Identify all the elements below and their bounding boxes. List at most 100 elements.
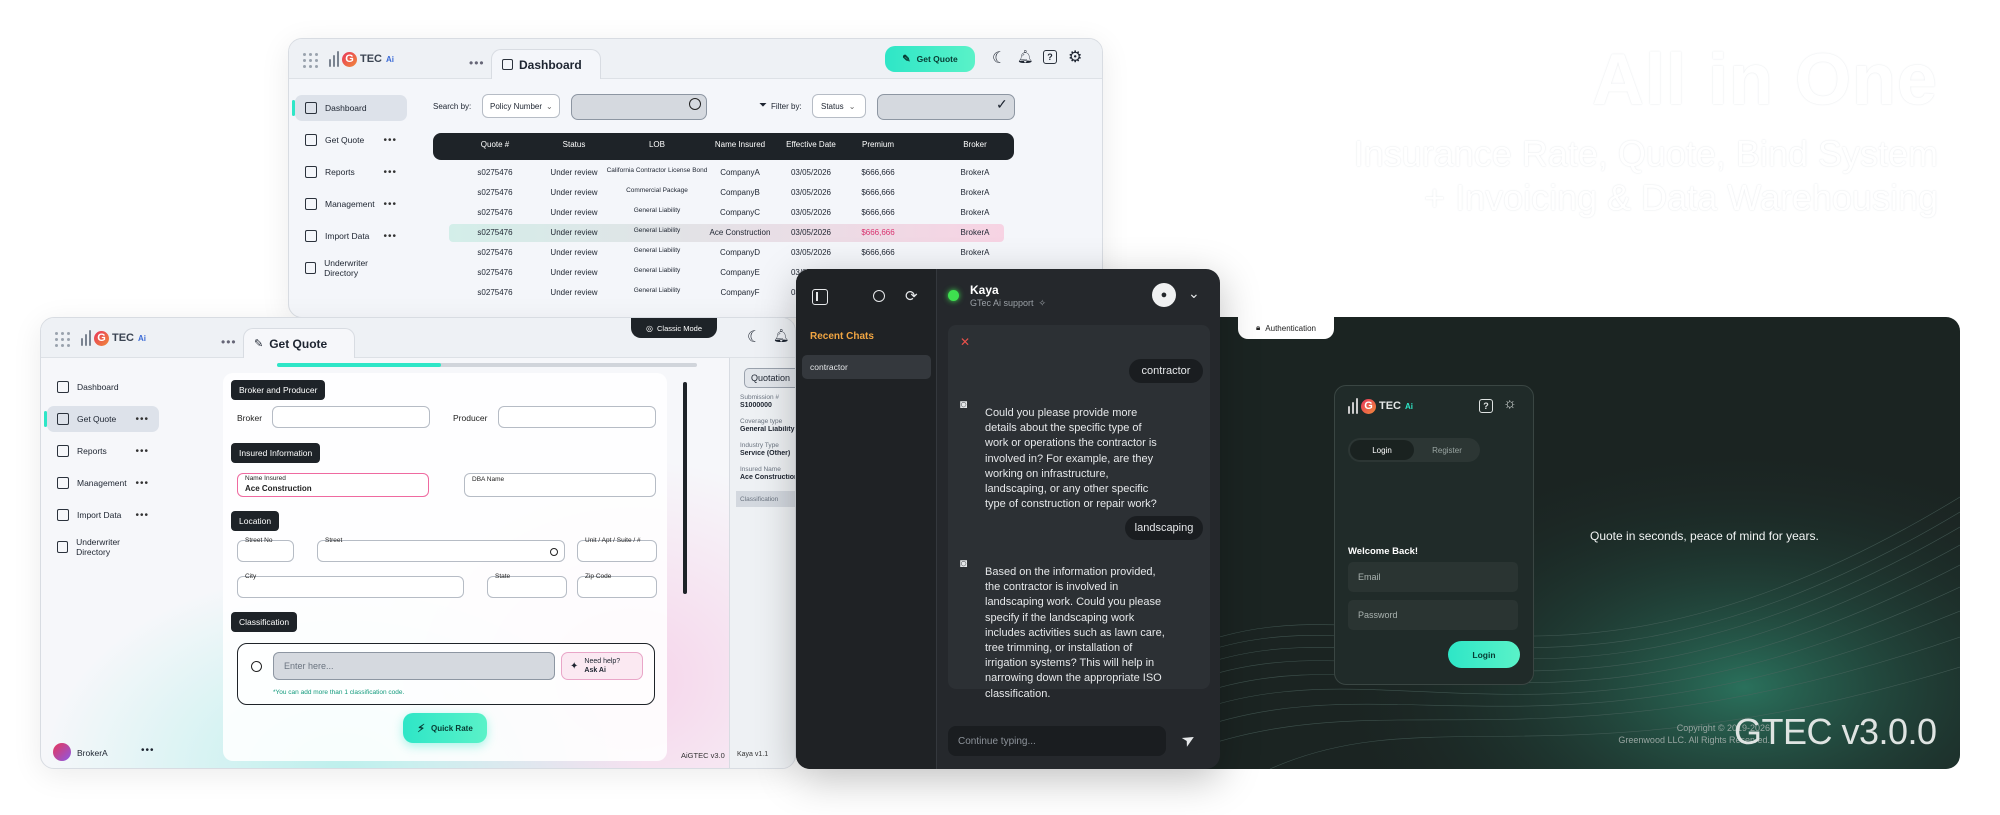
recent-chat-item[interactable]: contractor xyxy=(802,355,931,379)
producer-field[interactable] xyxy=(498,406,656,428)
close-icon[interactable]: ✕ xyxy=(960,335,970,349)
toggle-icon: ◎ xyxy=(646,323,653,333)
search-input[interactable] xyxy=(571,94,707,120)
help-icon[interactable]: ? xyxy=(1043,50,1057,64)
authentication-tab[interactable]: 🔒︎ Authentication xyxy=(1238,317,1334,339)
copyright-2: Greenwood LLC. All Rights Reserved. xyxy=(1618,735,1770,745)
email-field[interactable]: Email xyxy=(1348,562,1518,592)
column-header[interactable]: Effective Date xyxy=(779,140,843,149)
get-quote-button[interactable]: ✎ Get Quote xyxy=(885,46,975,72)
column-header[interactable]: Premium xyxy=(843,140,913,149)
table-cell: CompanyD xyxy=(719,248,760,257)
more-dots-icon[interactable]: ••• xyxy=(135,510,149,521)
column-header[interactable]: LOB xyxy=(597,140,717,149)
search-by-select[interactable]: Policy Number ⌄ xyxy=(482,94,560,118)
upload-icon xyxy=(305,230,317,242)
user-avatar-icon[interactable]: ● xyxy=(1152,283,1176,307)
sidebar-item-reports[interactable]: Reports ••• xyxy=(295,159,407,185)
get-quote-tab[interactable]: ✎ Get Quote xyxy=(243,328,355,358)
ask-ai-button[interactable]: ✦ Need help? Ask Ai xyxy=(561,652,643,680)
online-status-dot xyxy=(948,290,959,301)
sidebar-item-reports[interactable]: Reports ••• xyxy=(47,438,159,464)
more-dots-icon[interactable]: ••• xyxy=(383,199,397,210)
sidebar-item-underwriter-directory[interactable]: Underwriter Directory xyxy=(47,534,159,560)
register-tab[interactable]: Register xyxy=(1415,440,1479,460)
apps-grid-icon[interactable] xyxy=(55,332,70,347)
sun-icon[interactable]: ☼ xyxy=(1503,395,1517,412)
column-header[interactable]: Name Insured xyxy=(701,140,779,149)
kaya-version: Kaya v1.1 xyxy=(737,751,769,758)
filter-select[interactable]: Status ⌄ xyxy=(812,94,866,118)
column-header[interactable]: Broker xyxy=(945,140,1005,149)
bell-icon[interactable]: 🔔︎ xyxy=(1017,49,1034,65)
more-dots-icon[interactable]: ••• xyxy=(135,446,149,457)
quick-rate-button[interactable]: ⚡︎ Quick Rate xyxy=(403,713,487,743)
quote-icon xyxy=(305,134,317,146)
producer-label: Producer xyxy=(453,413,488,423)
broker-section-title: Broker and Producer xyxy=(231,380,326,400)
table-cell: BrokerA xyxy=(960,188,990,197)
classification-row[interactable]: Classification xyxy=(736,491,795,507)
more-dots-icon[interactable]: ••• xyxy=(383,167,397,178)
broker-field[interactable] xyxy=(272,406,430,428)
bell-icon[interactable]: 🔔︎ xyxy=(773,328,790,344)
chevron-down-icon[interactable]: ⌄ xyxy=(1188,285,1200,302)
agent-name: Kaya xyxy=(970,283,999,297)
collapse-sidebar-icon[interactable] xyxy=(812,289,828,305)
sidebar-item-label: Reports xyxy=(325,167,355,177)
apps-grid-icon[interactable] xyxy=(303,53,318,68)
quotation-tab[interactable]: Quotation xyxy=(744,368,795,388)
search-icon[interactable] xyxy=(873,290,885,302)
form-scrollbar[interactable] xyxy=(683,382,687,594)
table-cell: BrokerA xyxy=(960,228,990,237)
quotation-field-value: Service (Other) xyxy=(740,450,791,457)
avatar[interactable] xyxy=(53,743,71,761)
sidebar-item-management[interactable]: Management ••• xyxy=(295,191,407,217)
sidebar-item-dashboard[interactable]: Dashboard xyxy=(292,95,407,121)
dashboard-sidebar: Dashboard Get Quote ••• Reports ••• Managemen… xyxy=(292,95,407,287)
sidebar-item-get-quote[interactable]: Get Quote ••• xyxy=(295,127,407,153)
sidebar-item-management[interactable]: Management ••• xyxy=(47,470,159,496)
street-label: Street xyxy=(325,537,343,544)
street-field[interactable] xyxy=(317,540,565,562)
password-field[interactable]: Password xyxy=(1348,600,1518,630)
table-cell: $666,666 xyxy=(861,248,895,257)
column-header[interactable]: Quote # xyxy=(465,140,525,149)
help-icon[interactable]: ? xyxy=(1479,399,1493,413)
dashboard-tab[interactable]: Dashboard xyxy=(491,49,601,79)
send-icon[interactable]: ➤ xyxy=(1178,728,1200,752)
dark-mode-icon[interactable]: ☾ xyxy=(992,48,1006,68)
search-icon[interactable] xyxy=(689,98,701,110)
sidebar-item-import-data[interactable]: Import Data ••• xyxy=(47,502,159,528)
classification-input[interactable]: Enter here... xyxy=(273,652,555,680)
sidebar-item-label: Dashboard xyxy=(325,103,367,113)
sidebar-item-dashboard[interactable]: Dashboard xyxy=(47,374,159,400)
user-more-icon[interactable]: ••• xyxy=(141,745,155,756)
search-icon[interactable] xyxy=(550,548,558,556)
table-cell: General Liability xyxy=(633,267,681,274)
sidebar-item-underwriter-directory[interactable]: Underwriter Directory xyxy=(295,255,407,281)
directory-icon xyxy=(57,541,69,553)
table-cell: CompanyC xyxy=(719,208,760,217)
check-icon[interactable]: ✓ xyxy=(996,96,1008,113)
table-cell: General Liability xyxy=(633,287,681,294)
more-dots-icon[interactable]: ••• xyxy=(383,135,397,146)
more-dots-icon[interactable]: ••• xyxy=(383,231,397,242)
unit-label: Unit / Apt / Suite / # xyxy=(585,537,641,544)
new-chat-icon[interactable]: ⟳ xyxy=(905,287,918,305)
city-field[interactable] xyxy=(237,576,464,598)
login-tab[interactable]: Login xyxy=(1350,440,1414,460)
dashboard-header xyxy=(289,39,1102,79)
gear-icon[interactable]: ⚙ xyxy=(1068,47,1082,67)
sidebar-item-get-quote[interactable]: Get Quote ••• xyxy=(44,406,159,432)
filter-input[interactable] xyxy=(877,94,1015,120)
sidebar-item-import-data[interactable]: Import Data ••• xyxy=(295,223,407,249)
more-dots-icon[interactable]: ••• xyxy=(221,335,237,349)
dark-mode-icon[interactable]: ☾ xyxy=(747,327,761,347)
more-dots-icon[interactable]: ••• xyxy=(135,478,149,489)
login-button[interactable]: Login xyxy=(1448,641,1520,668)
chat-input[interactable]: Continue typing... xyxy=(948,726,1166,756)
more-dots-icon[interactable]: ••• xyxy=(469,56,485,70)
classic-mode-toggle[interactable]: ◎ Classic Mode xyxy=(631,318,717,338)
more-dots-icon[interactable]: ••• xyxy=(135,414,149,425)
